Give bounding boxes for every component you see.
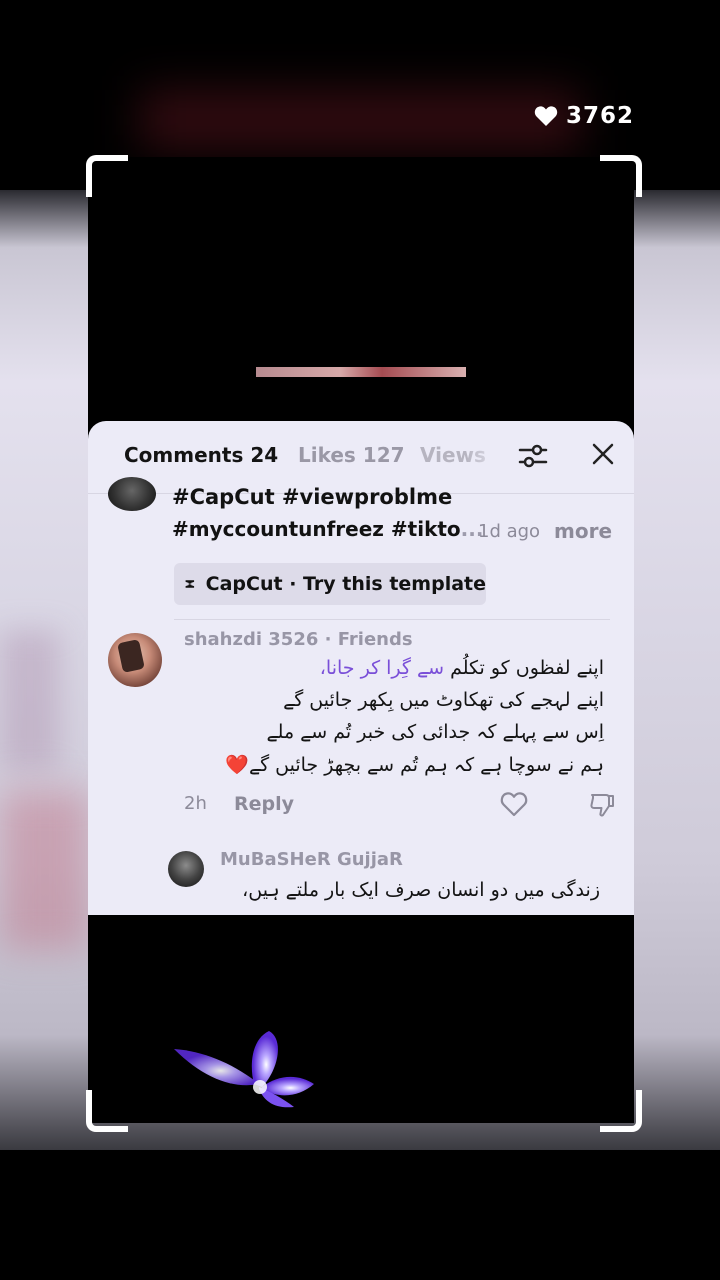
capcut-icon: [185, 580, 195, 588]
likes-count: 3762: [565, 103, 634, 129]
caption-line: #myccountunfreez #tikto...: [172, 517, 484, 541]
comments-sheet: Comments 24 Likes 127 Views #CapCut #vie…: [88, 421, 634, 915]
frame-corner: [600, 1090, 642, 1132]
caption-line: #CapCut #viewproblme: [172, 485, 453, 509]
reply-button[interactable]: Reply: [234, 793, 294, 815]
avatar[interactable]: [108, 477, 156, 511]
comment-text-line: اپنے لفظوں کو تکلُم سے گِرا کر جانا،: [319, 657, 604, 679]
close-icon[interactable]: [588, 439, 618, 469]
comment-time: 2h: [184, 793, 207, 814]
reply-username[interactable]: MuBaSHeR GujjaR: [220, 849, 403, 870]
reply-text: زندگی میں دو انسان صرف ایک بار ملتے ہیں،: [242, 879, 600, 901]
divider: [174, 619, 610, 620]
thumbs-down-icon[interactable]: [588, 791, 616, 819]
avatar[interactable]: [108, 633, 162, 687]
caption-time: 1d ago: [478, 521, 541, 542]
frame-corner: [600, 155, 642, 197]
avatar[interactable]: [168, 851, 204, 887]
frame-corner: [86, 1090, 128, 1132]
heart-outline-icon[interactable]: [500, 791, 528, 817]
comment-text-line: اِس سے پہلے کہ جدائی کی خبر تُم سے ملے: [266, 721, 604, 743]
more-button[interactable]: more: [554, 519, 612, 543]
frame-corner: [86, 155, 128, 197]
comment-text-line: ہم نے سوچا ہے کہ ہم تُم سے بچھڑ جائیں گے…: [225, 754, 604, 776]
video-frame[interactable]: Comments 24 Likes 127 Views #CapCut #vie…: [88, 157, 634, 1123]
comment-text-line: اپنے لہجے کی تھکاوٹ میں بِکھر جائیں گے: [283, 689, 604, 711]
likes-counter[interactable]: 3762: [534, 100, 634, 132]
capcut-template-button[interactable]: CapCut · Try this template: [174, 563, 486, 605]
tab-comments[interactable]: Comments 24: [124, 443, 278, 467]
template-label: CapCut · Try this template: [205, 573, 486, 595]
butterfly-icon: [174, 1031, 314, 1108]
tab-likes[interactable]: Likes 127: [298, 443, 405, 467]
comment-username[interactable]: shahzdi 3526 · Friends: [184, 629, 413, 650]
tab-views[interactable]: Views: [420, 443, 506, 471]
background-glow: [140, 90, 580, 150]
video-content: [256, 367, 466, 377]
heart-icon: [534, 106, 558, 126]
tab-bar: Comments 24 Likes 127 Views: [88, 421, 634, 494]
sliders-icon[interactable]: [516, 439, 550, 473]
